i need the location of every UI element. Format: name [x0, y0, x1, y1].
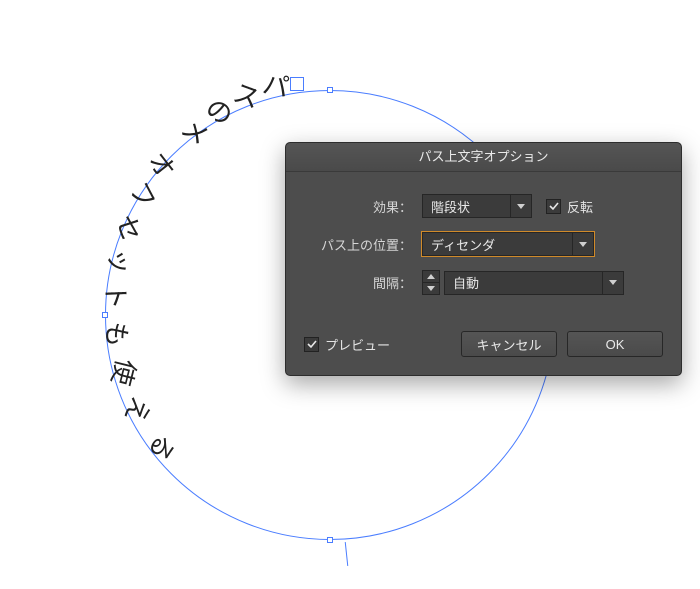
align-to-path-select[interactable]: ディセンダ	[422, 232, 594, 256]
anchor-top[interactable]	[327, 87, 333, 93]
type-on-path-options-dialog: パス上文字オプション 効果： 階段状 反転	[285, 142, 682, 376]
anchor-left[interactable]	[102, 312, 108, 318]
effect-label: 効果	[373, 200, 399, 215]
checkbox-checked-icon	[546, 199, 561, 214]
ok-button[interactable]: OK	[567, 331, 663, 357]
path-end-marker	[345, 542, 349, 566]
align-label: パス上の位置	[321, 238, 399, 253]
spacing-value: 自動	[445, 273, 602, 292]
stepper-up-icon[interactable]	[423, 271, 439, 282]
stepper-down-icon[interactable]	[423, 282, 439, 294]
path-glyph: ト	[98, 283, 136, 310]
preview-checkbox[interactable]: プレビュー	[304, 335, 390, 354]
chevron-down-icon	[510, 195, 531, 217]
artboard: パ ス の メ オ フ セ ッ ト も 使 え る パス上文字オプション 効果：…	[0, 0, 700, 589]
spacing-stepper[interactable]	[422, 270, 440, 295]
flip-checkbox[interactable]: 反転	[546, 197, 593, 216]
text-cursor-marker[interactable]	[290, 77, 304, 91]
cancel-button[interactable]: キャンセル	[461, 331, 557, 357]
checkbox-checked-icon	[304, 337, 319, 352]
effect-select[interactable]: 階段状	[422, 194, 532, 218]
chevron-down-icon	[602, 272, 623, 294]
dialog-title: パス上文字オプション	[286, 143, 681, 172]
preview-label: プレビュー	[325, 335, 390, 354]
flip-label: 反転	[567, 197, 593, 216]
spacing-label: 間隔	[373, 276, 399, 291]
chevron-down-icon	[572, 233, 593, 255]
effect-value: 階段状	[423, 197, 510, 216]
align-value: ディセンダ	[423, 235, 572, 254]
spacing-select[interactable]: 自動	[444, 271, 624, 295]
anchor-bottom[interactable]	[327, 537, 333, 543]
path-glyph: も	[98, 320, 138, 350]
